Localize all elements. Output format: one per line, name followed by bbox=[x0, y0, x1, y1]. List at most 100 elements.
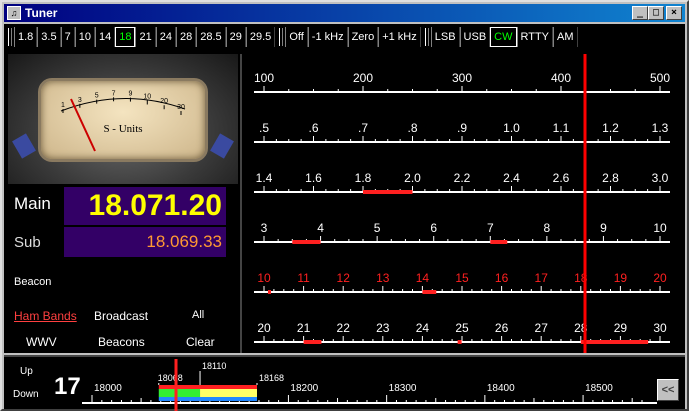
scale-label: 6 bbox=[430, 221, 437, 235]
cw-segment[interactable] bbox=[158, 389, 201, 397]
band-28-5-button[interactable]: 28.5 bbox=[196, 27, 226, 47]
meter-tick-label: 3 bbox=[78, 97, 82, 104]
clear-link[interactable]: Clear bbox=[186, 335, 215, 349]
collapse-button[interactable]: << bbox=[657, 379, 679, 401]
frequency-scales[interactable]: 100 200 300 400 500 .5 .6 .7 .8 .9 1.0 1.1 1.2 1.3 1.4… bbox=[242, 54, 685, 353]
band-edge-label: 18168 bbox=[259, 373, 284, 383]
scale-label: 12 bbox=[337, 271, 351, 285]
scale-label: .5 bbox=[259, 121, 269, 135]
band-29-5-button[interactable]: 29.5 bbox=[245, 27, 276, 47]
scale-label: 17 bbox=[535, 271, 549, 285]
meter-face: 1 3 5 7 9 10 20 30 S - Units bbox=[38, 78, 208, 162]
scale-row[interactable]: 1.4 1.6 1.8 2.0 2.2 2.4 2.6 2.8 3.0 bbox=[254, 171, 670, 194]
title-bar[interactable]: ♫ Tuner _ □ × bbox=[4, 4, 685, 22]
ham-bands-link[interactable]: Ham Bands bbox=[14, 309, 77, 323]
band-segment[interactable] bbox=[457, 340, 462, 344]
strip-tick-label: 18300 bbox=[389, 383, 417, 394]
window-title: Tuner bbox=[25, 6, 58, 20]
minimize-button[interactable]: _ bbox=[632, 6, 648, 20]
band-1-8-button[interactable]: 1.8 bbox=[14, 27, 38, 47]
scale-row[interactable]: 20 21 22 23 24 25 26 27 28 29 30 bbox=[254, 321, 670, 344]
strip-tick-label: 18400 bbox=[487, 383, 515, 394]
scale-label: 29 bbox=[614, 321, 628, 335]
band-21-button[interactable]: 21 bbox=[135, 27, 156, 47]
meter-label: S - Units bbox=[103, 123, 143, 135]
band-7-button[interactable]: 7 bbox=[60, 27, 75, 47]
scale-label: 7 bbox=[487, 221, 494, 235]
mode-cw-button[interactable]: CW bbox=[490, 27, 517, 47]
band-segment[interactable] bbox=[267, 290, 271, 294]
scale-label: 23 bbox=[376, 321, 390, 335]
offset-zero-button[interactable]: Zero bbox=[347, 27, 379, 47]
mode-usb-button[interactable]: USB bbox=[459, 27, 491, 47]
left-panel: 1 3 5 7 9 10 20 30 S - Units Main 18.071.20 Sub… bbox=[8, 54, 238, 351]
mode-lsb-button[interactable]: LSB bbox=[430, 27, 460, 47]
scale-label: 24 bbox=[416, 321, 430, 335]
scale-label: 16 bbox=[495, 271, 509, 285]
strip-tick-label: 18200 bbox=[290, 383, 318, 394]
mode-am-button[interactable]: AM bbox=[553, 27, 578, 47]
down-label[interactable]: Down bbox=[13, 389, 39, 400]
scale-label: 1.4 bbox=[256, 171, 273, 185]
digital-segment[interactable] bbox=[200, 389, 257, 397]
broadcast-link[interactable]: Broadcast bbox=[94, 309, 148, 323]
sub-frequency[interactable]: 18.069.33 bbox=[64, 227, 226, 257]
offset--1-khz-button[interactable]: -1 kHz bbox=[307, 27, 348, 47]
band-strip-scale[interactable]: 18000 18200 18300 18400 18500 18068 18110 18168 bbox=[82, 357, 662, 411]
all-link[interactable]: All bbox=[192, 309, 204, 321]
offset--1-khz-button[interactable]: +1 kHz bbox=[378, 27, 421, 47]
band-18-button[interactable]: 18 bbox=[115, 27, 136, 47]
up-label[interactable]: Up bbox=[20, 366, 33, 377]
band-3-5-button[interactable]: 3.5 bbox=[37, 27, 61, 47]
band-edge-bar bbox=[158, 385, 257, 389]
band-29-button[interactable]: 29 bbox=[225, 27, 246, 47]
toolbar-grip[interactable] bbox=[8, 28, 12, 46]
offset-off-button[interactable]: Off bbox=[285, 27, 308, 47]
frequency-scales-svg: 100 200 300 400 500 .5 .6 .7 .8 .9 1.0 1.1 1.2 1.3 1.4… bbox=[254, 54, 670, 353]
band-28-button[interactable]: 28 bbox=[175, 27, 197, 47]
main-frequency[interactable]: 18.071.20 bbox=[64, 187, 226, 225]
band-segment[interactable] bbox=[580, 340, 649, 344]
maximize-button[interactable]: □ bbox=[648, 6, 664, 20]
scale-row[interactable]: 10 11 12 13 14 15 16 17 18 19 20 bbox=[254, 271, 670, 294]
scale-row[interactable]: .5 .6 .7 .8 .9 1.0 1.1 1.2 1.3 bbox=[254, 121, 670, 143]
band-buttons: 1.8 3.5 7 10 14 18 21 24 28 28.5 29 29.5 bbox=[4, 26, 276, 48]
beacons-link[interactable]: Beacons bbox=[98, 335, 145, 349]
wwv-link[interactable]: WWV bbox=[26, 335, 57, 349]
scale-label: 9 bbox=[600, 221, 607, 235]
band-10-button[interactable]: 10 bbox=[74, 27, 95, 47]
scale-label: 300 bbox=[452, 71, 472, 85]
scale-label: 500 bbox=[650, 71, 670, 85]
app-icon: ♫ bbox=[7, 6, 21, 20]
band-edge-label: 18068 bbox=[158, 373, 183, 383]
scale-row[interactable]: 100 200 300 400 500 bbox=[254, 71, 670, 93]
scale-row[interactable]: 3 4 5 6 7 8 9 10 bbox=[254, 221, 670, 244]
scale-label: 13 bbox=[376, 271, 390, 285]
mode-rtty-button[interactable]: RTTY bbox=[516, 27, 554, 47]
band-segment[interactable] bbox=[363, 190, 413, 194]
band-segment[interactable] bbox=[422, 290, 437, 294]
scale-label: 200 bbox=[353, 71, 373, 85]
band-14-button[interactable]: 14 bbox=[94, 27, 116, 47]
scale-label: 20 bbox=[653, 271, 667, 285]
scale-label: 2.6 bbox=[553, 171, 570, 185]
scale-label: 2.4 bbox=[503, 171, 520, 185]
strip-tick-label: 18000 bbox=[94, 383, 122, 394]
mode-buttons: LSB USB CW RTTY AM bbox=[421, 26, 578, 48]
close-button[interactable]: × bbox=[666, 6, 682, 20]
scale-label: 21 bbox=[297, 321, 311, 335]
phone-segment[interactable] bbox=[158, 397, 257, 401]
scale-label: 26 bbox=[495, 321, 509, 335]
band-24-button[interactable]: 24 bbox=[155, 27, 176, 47]
toolbar-grip[interactable] bbox=[279, 28, 284, 46]
band-segment[interactable] bbox=[490, 240, 508, 244]
band-segment[interactable] bbox=[292, 240, 321, 244]
scale-label: 30 bbox=[653, 321, 667, 335]
toolbar-grip[interactable] bbox=[424, 28, 429, 46]
sub-label: Sub bbox=[14, 234, 41, 251]
band-segment[interactable] bbox=[303, 340, 322, 344]
scale-label: 11 bbox=[297, 271, 310, 285]
meter-light bbox=[12, 133, 36, 159]
scale-label: 2.8 bbox=[602, 171, 619, 185]
main-label: Main bbox=[14, 194, 51, 213]
